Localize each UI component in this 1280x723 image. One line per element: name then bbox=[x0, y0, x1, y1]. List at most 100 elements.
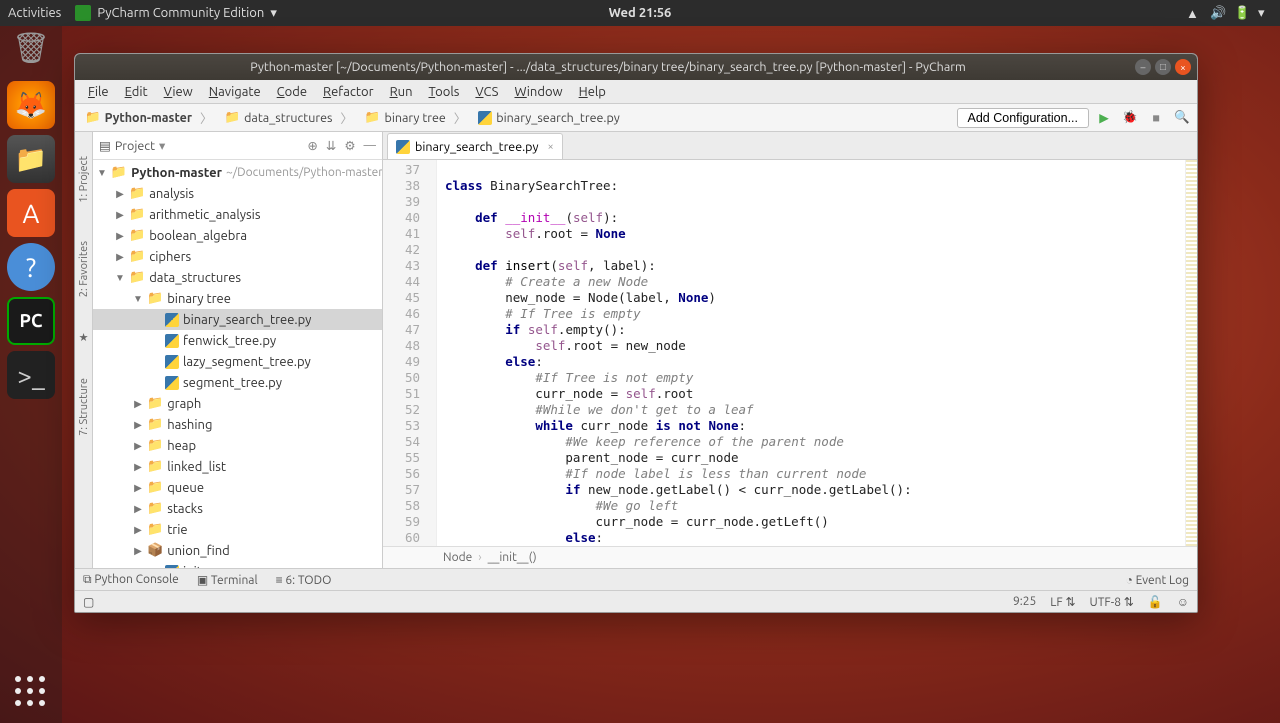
close-tab-icon[interactable]: × bbox=[547, 141, 553, 153]
breadcrumb-Python-master[interactable]: 📁Python-master bbox=[79, 107, 219, 129]
dock-terminal-icon[interactable]: >_ bbox=[7, 351, 55, 399]
menu-bar: FileEditViewNavigateCodeRefactorRunTools… bbox=[75, 80, 1197, 104]
tool-tab-2-favorites[interactable]: 2: Favorites bbox=[78, 237, 90, 301]
dock-trash-icon[interactable]: 🗑 bbox=[12, 30, 50, 75]
battery-icon[interactable]: 🔋 bbox=[1234, 6, 1248, 20]
menu-code[interactable]: Code bbox=[270, 83, 314, 101]
tree-item-ciphers[interactable]: ▶📁ciphers bbox=[93, 246, 382, 267]
tree-root[interactable]: ▼ 📁 Python-master ~/Documents/Python-mas… bbox=[93, 162, 382, 183]
folder-icon: 📁 bbox=[147, 459, 163, 474]
ubuntu-top-bar: Activities PyCharm Community Edition ▾ W… bbox=[0, 0, 1280, 26]
editor-minimap[interactable] bbox=[1185, 160, 1197, 546]
tree-item-heap[interactable]: ▶📁heap bbox=[93, 435, 382, 456]
activities-button[interactable]: Activities bbox=[8, 6, 61, 20]
active-app-indicator[interactable]: PyCharm Community Edition ▾ bbox=[75, 5, 277, 21]
crumb-Node[interactable]: Node bbox=[443, 551, 472, 564]
tree-item-lazy_segment_tree-py[interactable]: lazy_segment_tree.py bbox=[93, 351, 382, 372]
system-menu-chevron-icon[interactable]: ▾ bbox=[1258, 6, 1272, 20]
tree-item-union_find[interactable]: ▶📦union_find bbox=[93, 540, 382, 561]
tool-6-todo[interactable]: ≡ 6: TODO bbox=[276, 573, 332, 587]
favorites-star-icon[interactable]: ★ bbox=[79, 331, 89, 344]
dock-firefox-icon[interactable]: 🦊 bbox=[7, 81, 55, 129]
tree-item-hashing[interactable]: ▶📁hashing bbox=[93, 414, 382, 435]
folder-icon: 📁 bbox=[147, 417, 163, 432]
status-bar: ▢ 9:25 LF ⇅ UTF-8 ⇅ 🔓 ☺ bbox=[75, 590, 1197, 612]
tree-item-linked_list[interactable]: ▶📁linked_list bbox=[93, 456, 382, 477]
chevron-down-icon[interactable]: ▾ bbox=[159, 138, 165, 153]
line-separator[interactable]: LF ⇅ bbox=[1050, 595, 1075, 609]
tree-item-binary_search_tree-py[interactable]: binary_search_tree.py bbox=[93, 309, 382, 330]
menu-tools[interactable]: Tools bbox=[422, 83, 467, 101]
menu-window[interactable]: Window bbox=[507, 83, 569, 101]
tree-item-stacks[interactable]: ▶📁stacks bbox=[93, 498, 382, 519]
menu-navigate[interactable]: Navigate bbox=[202, 83, 268, 101]
menu-vcs[interactable]: VCS bbox=[468, 83, 505, 101]
tool-terminal[interactable]: ▣ Terminal bbox=[197, 573, 258, 587]
ubuntu-dock: 🗑 🦊 📁 A ? PC >_ bbox=[0, 26, 62, 723]
tree-item-queue[interactable]: ▶📁queue bbox=[93, 477, 382, 498]
collapse-all-icon[interactable]: ⇊ bbox=[326, 138, 336, 153]
dock-help-icon[interactable]: ? bbox=[7, 243, 55, 291]
breadcrumb-data_structures[interactable]: 📁data_structures bbox=[219, 107, 359, 129]
editor-tab[interactable]: binary_search_tree.py × bbox=[387, 133, 563, 159]
show-applications-icon[interactable] bbox=[10, 671, 52, 713]
folder-icon: 📁 bbox=[147, 480, 163, 495]
project-tree[interactable]: ▼ 📁 Python-master ~/Documents/Python-mas… bbox=[93, 160, 382, 568]
code-editor[interactable]: 37 38 39 40 41 42 43 44 45 46 47 48 49 5… bbox=[383, 160, 1197, 546]
tree-item-init__-py[interactable]: init__.py bbox=[93, 561, 382, 568]
dock-software-icon[interactable]: A bbox=[7, 189, 55, 237]
network-icon[interactable]: ▲ bbox=[1186, 6, 1200, 20]
menu-help[interactable]: Help bbox=[572, 83, 613, 101]
chevron-down-icon: ▾ bbox=[270, 6, 277, 21]
project-panel-title[interactable]: Project bbox=[115, 139, 155, 153]
hide-panel-icon[interactable]: — bbox=[364, 138, 376, 153]
tree-item-graph[interactable]: ▶📁graph bbox=[93, 393, 382, 414]
menu-edit[interactable]: Edit bbox=[118, 83, 155, 101]
python-file-icon bbox=[165, 313, 179, 327]
add-configuration-button[interactable]: Add Configuration... bbox=[957, 108, 1090, 128]
event-log-button[interactable]: ◔ Event Log bbox=[1126, 573, 1189, 587]
crumb-__init__[interactable]: __init__() bbox=[488, 551, 537, 564]
folder-icon: 📁 bbox=[147, 438, 163, 453]
scroll-from-source-icon[interactable]: ⊕ bbox=[307, 138, 317, 153]
menu-refactor[interactable]: Refactor bbox=[316, 83, 381, 101]
tree-item-binary-tree[interactable]: ▼📁binary tree bbox=[93, 288, 382, 309]
tool-tab-1-project[interactable]: 1: Project bbox=[78, 152, 90, 207]
run-icon[interactable]: ▶ bbox=[1093, 107, 1115, 129]
window-title: Python-master [~/Documents/Python-master… bbox=[250, 60, 966, 74]
tool-python-console[interactable]: ⧉ Python Console bbox=[83, 573, 179, 587]
window-titlebar[interactable]: Python-master [~/Documents/Python-master… bbox=[75, 54, 1197, 80]
dock-pycharm-icon[interactable]: PC bbox=[7, 297, 55, 345]
close-button[interactable]: × bbox=[1175, 59, 1191, 75]
status-toggle-icon[interactable]: ▢ bbox=[83, 595, 94, 609]
clock[interactable]: Wed 21:56 bbox=[609, 6, 672, 20]
code-content[interactable]: class BinarySearchTree: def __init__(sel… bbox=[437, 160, 1197, 546]
file-encoding[interactable]: UTF-8 ⇅ bbox=[1090, 595, 1134, 609]
maximize-button[interactable]: □ bbox=[1155, 59, 1171, 75]
minimize-button[interactable]: – bbox=[1135, 59, 1151, 75]
debug-icon[interactable]: 🐞 bbox=[1119, 107, 1141, 129]
tool-tab-7-structure[interactable]: 7: Structure bbox=[78, 374, 90, 440]
menu-view[interactable]: View bbox=[157, 83, 200, 101]
tree-item-trie[interactable]: ▶📁trie bbox=[93, 519, 382, 540]
menu-file[interactable]: File bbox=[81, 83, 116, 101]
tree-item-arithmetic_analysis[interactable]: ▶📁arithmetic_analysis bbox=[93, 204, 382, 225]
breadcrumb-binary_search_tree-py[interactable]: binary_search_tree.py bbox=[472, 107, 633, 129]
tree-item-analysis[interactable]: ▶📁analysis bbox=[93, 183, 382, 204]
menu-run[interactable]: Run bbox=[383, 83, 420, 101]
search-icon[interactable]: 🔍 bbox=[1171, 107, 1193, 129]
tree-item-data_structures[interactable]: ▼📁data_structures bbox=[93, 267, 382, 288]
dock-files-icon[interactable]: 📁 bbox=[7, 135, 55, 183]
volume-icon[interactable]: 🔊 bbox=[1210, 6, 1224, 20]
settings-gear-icon[interactable]: ⚙ bbox=[344, 138, 355, 153]
tree-item-fenwick_tree-py[interactable]: fenwick_tree.py bbox=[93, 330, 382, 351]
readonly-lock-icon[interactable]: 🔓 bbox=[1148, 595, 1163, 609]
stop-icon[interactable]: ■ bbox=[1145, 107, 1167, 129]
cursor-position[interactable]: 9:25 bbox=[1013, 595, 1036, 609]
tree-item-boolean_algebra[interactable]: ▶📁boolean_algebra bbox=[93, 225, 382, 246]
editor-breadcrumbs: Node › __init__() bbox=[383, 546, 1197, 568]
pycharm-window: Python-master [~/Documents/Python-master… bbox=[74, 53, 1198, 613]
tree-item-segment_tree-py[interactable]: segment_tree.py bbox=[93, 372, 382, 393]
inspector-icon[interactable]: ☺ bbox=[1177, 595, 1189, 609]
breadcrumb-binary-tree[interactable]: 📁binary tree bbox=[359, 107, 472, 129]
